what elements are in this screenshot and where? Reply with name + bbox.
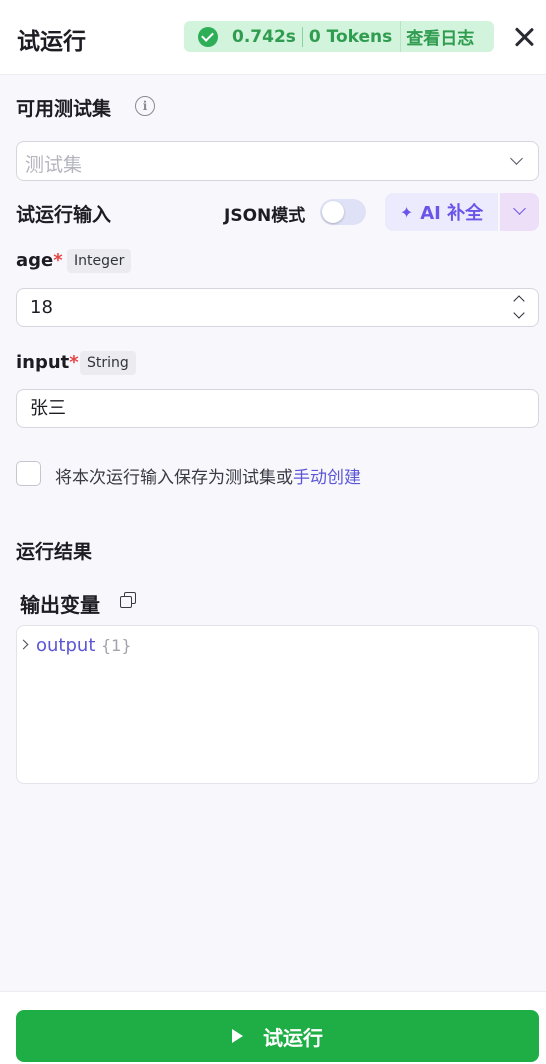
field-name: input: [16, 352, 70, 373]
test-set-label: 可用测试集: [16, 98, 112, 120]
token-count: 0 Tokens: [308, 26, 393, 47]
copy-icon[interactable]: [120, 592, 136, 608]
test-set-placeholder: 测试集: [25, 154, 83, 176]
run-result-label: 运行结果: [16, 541, 93, 563]
run-duration: 0.742s: [232, 26, 296, 47]
type-badge-integer: Integer: [67, 249, 132, 273]
run-input-label: 试运行输入: [16, 204, 112, 226]
toggle-knob: [322, 201, 344, 223]
panel-title: 试运行: [17, 29, 86, 55]
view-log-link[interactable]: 查看日志: [406, 24, 474, 49]
status-divider: [301, 26, 303, 47]
chevron-down-icon: [510, 152, 523, 165]
output-tree-key[interactable]: output: [36, 635, 95, 656]
save-option-text: 将本次运行输入保存为测试集或: [55, 468, 293, 488]
run-button-label: 试运行: [263, 1025, 323, 1050]
input-text-field[interactable]: 张三: [16, 389, 539, 428]
json-mode-label: JSON模式: [224, 206, 306, 226]
sparkle-icon: ✦: [399, 202, 414, 222]
field-name: age: [16, 250, 54, 271]
output-variables-label: 输出变量: [20, 593, 100, 617]
panel-header: 试运行 0.742s 0 Tokens 查看日志: [0, 0, 546, 75]
test-set-select[interactable]: 测试集: [16, 141, 539, 181]
input-field-label: input*: [16, 352, 79, 373]
success-check-icon: [198, 26, 218, 47]
ai-complete-button[interactable]: ✦ AI 补全: [385, 193, 498, 231]
close-icon[interactable]: [511, 24, 537, 50]
run-status-pill: 0.742s 0 Tokens 查看日志: [184, 21, 494, 52]
save-test-set-checkbox[interactable]: [16, 461, 41, 486]
chevron-down-icon: [513, 202, 526, 215]
age-field-label: age*: [16, 250, 63, 271]
type-badge-string: String: [80, 351, 136, 375]
info-icon[interactable]: i: [135, 96, 155, 116]
manual-create-link[interactable]: 手动创建: [293, 468, 361, 488]
required-mark: *: [69, 352, 79, 373]
output-tree-count: {1}: [101, 636, 132, 655]
play-icon: [232, 1029, 243, 1043]
required-mark: *: [53, 250, 63, 271]
age-input[interactable]: 18: [16, 288, 539, 327]
run-button[interactable]: 试运行: [16, 1010, 539, 1062]
ai-complete-label: AI 补全: [420, 203, 484, 224]
json-mode-toggle[interactable]: [320, 199, 366, 225]
ai-complete-dropdown[interactable]: [500, 193, 539, 231]
status-divider: [400, 21, 402, 52]
save-test-set-text: 将本次运行输入保存为测试集或手动创建: [55, 463, 361, 488]
